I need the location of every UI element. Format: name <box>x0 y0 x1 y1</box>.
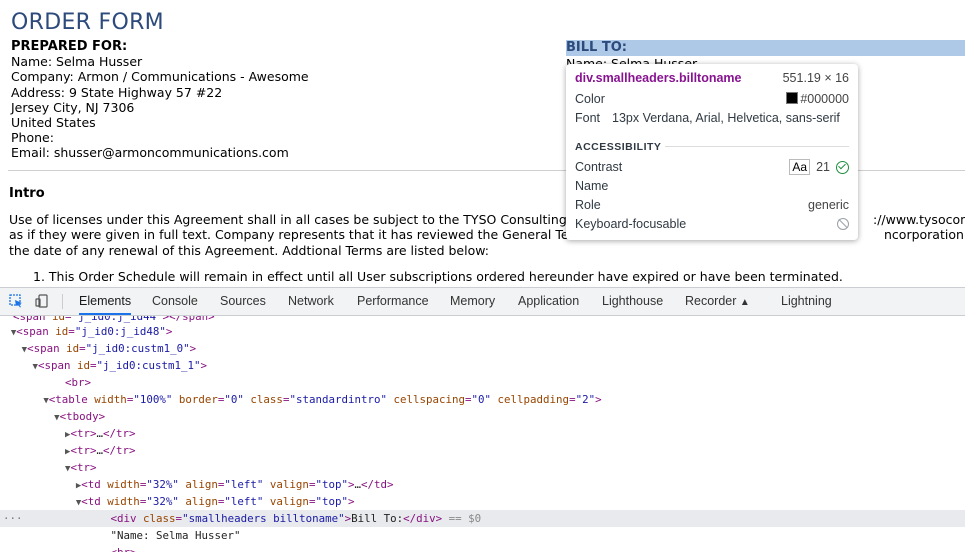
prepared-for-country: United States <box>11 115 96 131</box>
prepared-for-heading: PREPARED FOR: <box>11 39 128 54</box>
tab-recorder[interactable]: Recorder ▲ <box>685 288 750 315</box>
tooltip-font-value: 13px Verdana, Arial, Helvetica, sans-ser… <box>612 111 840 125</box>
page-title: ORDER FORM <box>11 10 164 35</box>
prepared-for-company: Company: Armon / Communications - Awesom… <box>11 69 309 85</box>
order-terms-item-1: 1. This Order Schedule will remain in ef… <box>33 269 843 284</box>
more-actions-icon[interactable]: ··· <box>3 510 23 527</box>
prepared-for-block: PREPARED FOR: Name: Selma Husser Company… <box>11 39 309 161</box>
tab-lightning[interactable]: Lightning <box>781 288 832 315</box>
tooltip-name-row: Name <box>575 177 849 195</box>
tooltip-color-value: #000000 <box>800 92 849 106</box>
tooltip-selector-class: .smallheaders.billtoname <box>592 71 742 85</box>
intro-heading: Intro <box>9 186 45 201</box>
contrast-aa-badge: Aa <box>789 159 811 175</box>
tooltip-focusable-label: Keyboard-focusable <box>575 217 687 231</box>
tab-network[interactable]: Network <box>288 288 334 315</box>
tab-application[interactable]: Application <box>518 288 579 315</box>
inspect-tooltip: div.smallheaders.billtoname 551.19 × 16 … <box>566 64 858 240</box>
dom-line[interactable]: ▼<table width="100%" border="0" class="s… <box>0 391 965 408</box>
tab-recorder-label: Recorder <box>685 294 737 308</box>
prepared-for-city: Jersey City, NJ 7306 <box>11 99 135 115</box>
tooltip-font-row: Font 13px Verdana, Arial, Helvetica, san… <box>575 109 849 127</box>
intro-line-3: the date of any renewal of this Agreemen… <box>9 242 489 258</box>
tooltip-focusable-row: Keyboard-focusable <box>575 215 849 233</box>
dom-line[interactable]: "Name: Selma Husser" <box>0 527 965 544</box>
tooltip-font-label: Font <box>575 111 601 125</box>
dom-line[interactable]: ▶<td width="32%" align="left" valign="to… <box>0 476 965 493</box>
tooltip-color-label: Color <box>575 92 605 106</box>
tooltip-name-label: Name <box>575 179 609 193</box>
tab-lighthouse[interactable]: Lighthouse <box>602 288 663 315</box>
dom-line[interactable]: ▼<span id="j_id0:custm1_0"> <box>0 340 965 357</box>
tooltip-role-row: Role generic <box>575 196 849 214</box>
dom-line[interactable]: <br> <box>0 374 965 391</box>
dom-line[interactable]: ▼<tr> <box>0 459 965 476</box>
tooltip-selector-tag: div <box>575 71 593 85</box>
dom-line[interactable]: ▼<span id="j_id0:j_id48"> <box>0 323 965 340</box>
tooltip-contrast-label: Contrast <box>575 160 623 174</box>
tab-console[interactable]: Console <box>152 288 198 315</box>
color-swatch-icon <box>786 92 799 104</box>
tooltip-color-row: Color #000000 <box>575 90 849 108</box>
dom-line[interactable]: ▶<tr>…</tr> <box>0 442 965 459</box>
dom-line[interactable]: ▼<span id="j_id0:custm1_1"> <box>0 357 965 374</box>
tab-sources[interactable]: Sources <box>220 288 266 315</box>
devtools-tabbar: Elements Console Sources Network Perform… <box>0 288 965 316</box>
prepared-for-address: Address: 9 State Highway 57 #22 <box>11 84 223 100</box>
device-toolbar-icon[interactable] <box>35 294 49 308</box>
dom-line-selected[interactable]: ··· <div class="smallheaders billtoname"… <box>0 510 965 527</box>
tooltip-role-label: Role <box>575 198 601 212</box>
dom-line[interactable]: ▼<td width="32%" align="left" valign="to… <box>0 493 965 510</box>
flask-icon: ▲ <box>739 297 750 308</box>
tooltip-selector-row: div.smallheaders.billtoname 551.19 × 16 <box>575 69 849 87</box>
bill-to-heading-highlighted[interactable]: BILL TO: <box>566 40 965 56</box>
dom-line[interactable]: ▼<tbody> <box>0 408 965 425</box>
tooltip-size: 551.19 × 16 <box>782 71 849 85</box>
check-circle-icon <box>836 161 849 174</box>
inspect-element-icon[interactable] <box>9 294 23 308</box>
prepared-for-email: Email: shusser@armoncommunications.com <box>11 145 289 161</box>
not-allowed-icon <box>837 218 849 230</box>
tab-performance[interactable]: Performance <box>357 288 429 315</box>
tooltip-contrast-value: 21 <box>816 160 830 174</box>
prepared-for-phone: Phone: <box>11 130 54 146</box>
tooltip-role-value: generic <box>808 198 849 212</box>
tabbar-separator <box>62 294 63 309</box>
accessibility-divider <box>665 146 849 147</box>
tab-elements[interactable]: Elements <box>79 288 132 315</box>
dom-line[interactable]: ▶<tr>…</tr> <box>0 425 965 442</box>
devtools-panel: Elements Console Sources Network Perform… <box>0 287 965 552</box>
webpage-view: ORDER FORM PREPARED FOR: Name: Selma Hus… <box>0 0 965 287</box>
dom-tree[interactable]: <span id="j_id0:j_id44"></span> ▼<span i… <box>0 316 965 552</box>
tab-memory[interactable]: Memory <box>450 288 495 315</box>
tooltip-contrast-row: Contrast Aa 21 <box>575 158 849 176</box>
tooltip-accessibility-header: ACCESSIBILITY <box>575 137 849 155</box>
accessibility-heading: ACCESSIBILITY <box>575 141 662 153</box>
prepared-for-name: Name: Selma Husser <box>11 54 143 70</box>
